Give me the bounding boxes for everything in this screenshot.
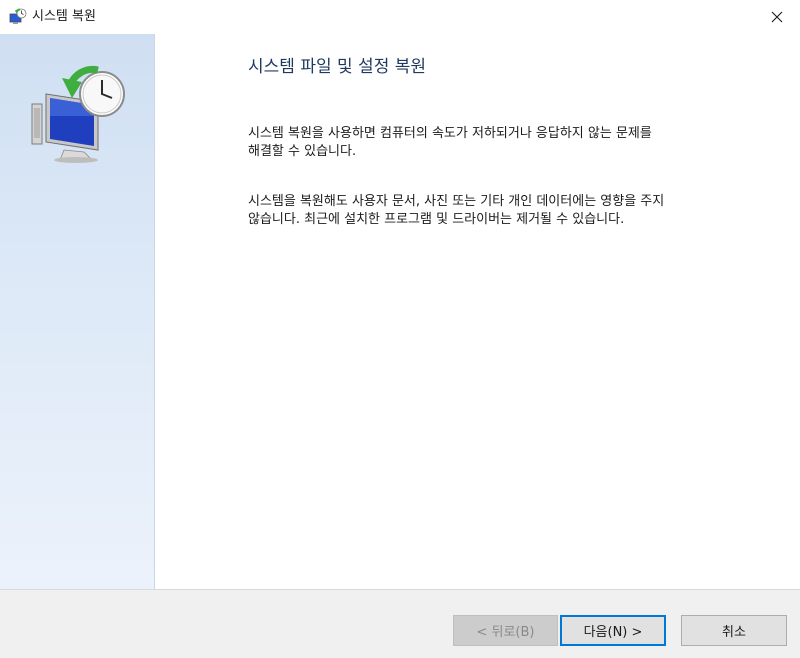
description-line: 시스템 복원을 사용하면 컴퓨터의 속도가 저하되거나 응답하지 않는 문제를: [248, 126, 652, 141]
description-paragraph-2: 시스템을 복원해도 사용자 문서, 사진 또는 기타 개인 데이터에는 영향을 …: [248, 193, 748, 229]
description-line: 시스템을 복원해도 사용자 문서, 사진 또는 기타 개인 데이터에는 영향을 …: [248, 194, 665, 209]
description-line: 해결할 수 있습니다.: [248, 144, 357, 159]
cancel-button[interactable]: 취소: [681, 615, 787, 646]
back-button[interactable]: < 뒤로(B): [453, 615, 558, 646]
side-panel: [0, 34, 155, 589]
window-title: 시스템 복원: [32, 9, 96, 24]
close-icon: [771, 11, 783, 23]
page-title: 시스템 파일 및 설정 복원: [248, 57, 427, 77]
close-button[interactable]: [754, 0, 800, 34]
next-button[interactable]: 다음(N) >: [560, 615, 666, 646]
system-restore-graphic: [28, 64, 128, 164]
main-content: 시스템 파일 및 설정 복원 시스템 복원을 사용하면 컴퓨터의 속도가 저하되…: [155, 34, 800, 589]
button-bar: < 뒤로(B) 다음(N) > 취소: [0, 589, 800, 658]
description-line: 않습니다. 최근에 설치한 프로그램 및 드라이버는 제거될 수 있습니다.: [248, 212, 625, 227]
title-bar: 시스템 복원: [0, 0, 800, 34]
description-paragraph-1: 시스템 복원을 사용하면 컴퓨터의 속도가 저하되거나 응답하지 않는 문제를 …: [248, 125, 748, 161]
system-restore-window: 시스템 복원 시스템 파일 및 설정 복원 시스템 복원을 사용하면 컴퓨터의 …: [0, 0, 800, 658]
system-restore-icon: [9, 8, 27, 26]
